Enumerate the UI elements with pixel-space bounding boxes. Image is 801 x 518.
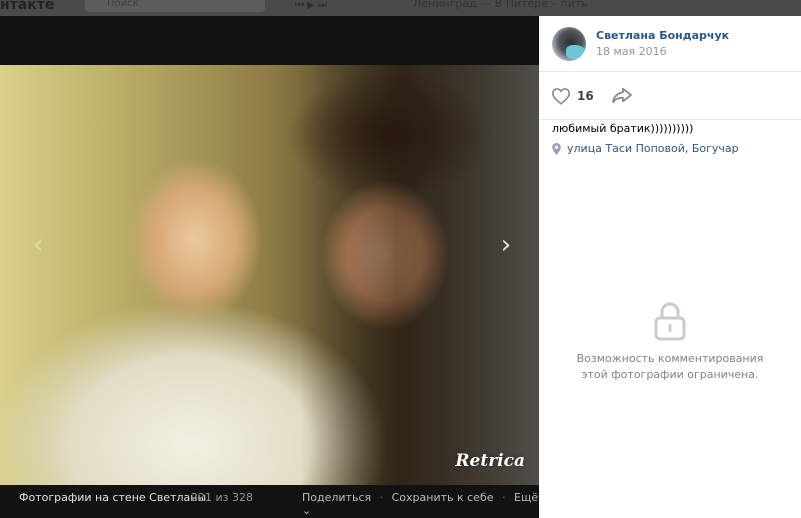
heart-icon bbox=[551, 88, 571, 105]
background-page-header: нтакте Поиск ⏮ ▶ ⏭ Ленинград — В Питере … bbox=[0, 0, 801, 16]
like-button[interactable]: 16 bbox=[551, 85, 594, 107]
share-photo-button[interactable]: Поделиться bbox=[302, 491, 371, 504]
lock-icon bbox=[654, 302, 686, 341]
album-title[interactable]: Фотографии на стене Светланы bbox=[19, 491, 206, 504]
photo-pane: Retrica ‹ › Фотографии на стене Светланы… bbox=[0, 16, 539, 518]
player-controls-icon: ⏮ ▶ ⏭ bbox=[295, 0, 328, 11]
photo-image[interactable]: Retrica bbox=[0, 65, 539, 485]
chevron-right-icon[interactable]: › bbox=[496, 230, 516, 260]
like-count: 16 bbox=[577, 89, 594, 103]
photo-viewer: Retrica ‹ › Фотографии на стене Светланы… bbox=[0, 16, 801, 518]
avatar-detail bbox=[566, 45, 586, 59]
photo-sidebar: Светлана Бондарчук 18 мая 2016 16 любимы… bbox=[539, 16, 801, 518]
chevron-left-icon[interactable]: ‹ bbox=[28, 230, 48, 260]
site-logo: нтакте bbox=[0, 0, 55, 13]
separator: · bbox=[502, 491, 506, 504]
save-photo-button[interactable]: Сохранить к себе bbox=[392, 491, 494, 504]
photo-footer: Фотографии на стене Светланы 221 из 328 … bbox=[0, 485, 539, 518]
author-block: Светлана Бондарчук 18 мая 2016 bbox=[539, 16, 801, 72]
photo-caption: любимый братик)))))))))) bbox=[552, 122, 694, 135]
share-arrow-icon bbox=[612, 87, 632, 104]
comments-restricted-block: Возможность комментирования этой фотогра… bbox=[539, 301, 801, 383]
retrica-watermark: Retrica bbox=[455, 451, 525, 471]
avatar[interactable] bbox=[552, 27, 586, 61]
search-placeholder: Поиск bbox=[107, 0, 139, 9]
author-name-link[interactable]: Светлана Бондарчук bbox=[596, 29, 729, 42]
photo-counter: 221 из 328 bbox=[191, 491, 253, 504]
search-box: Поиск bbox=[85, 0, 265, 12]
separator: · bbox=[379, 491, 384, 504]
location-link[interactable]: улица Таси Поповой, Богучар bbox=[552, 142, 739, 155]
social-actions: 16 bbox=[539, 72, 801, 120]
footer-actions: Поделиться · Сохранить к себе · Ещё ⌄ bbox=[302, 491, 539, 517]
comments-restricted-message: Возможность комментирования этой фотогра… bbox=[576, 352, 764, 381]
photo-shading bbox=[300, 65, 539, 485]
location-text[interactable]: улица Таси Поповой, Богучар bbox=[567, 142, 739, 155]
now-playing-track: Ленинград — В Питере – пить bbox=[413, 0, 588, 10]
map-pin-icon bbox=[552, 142, 561, 155]
share-button[interactable] bbox=[611, 86, 633, 108]
post-date: 18 мая 2016 bbox=[596, 45, 667, 58]
